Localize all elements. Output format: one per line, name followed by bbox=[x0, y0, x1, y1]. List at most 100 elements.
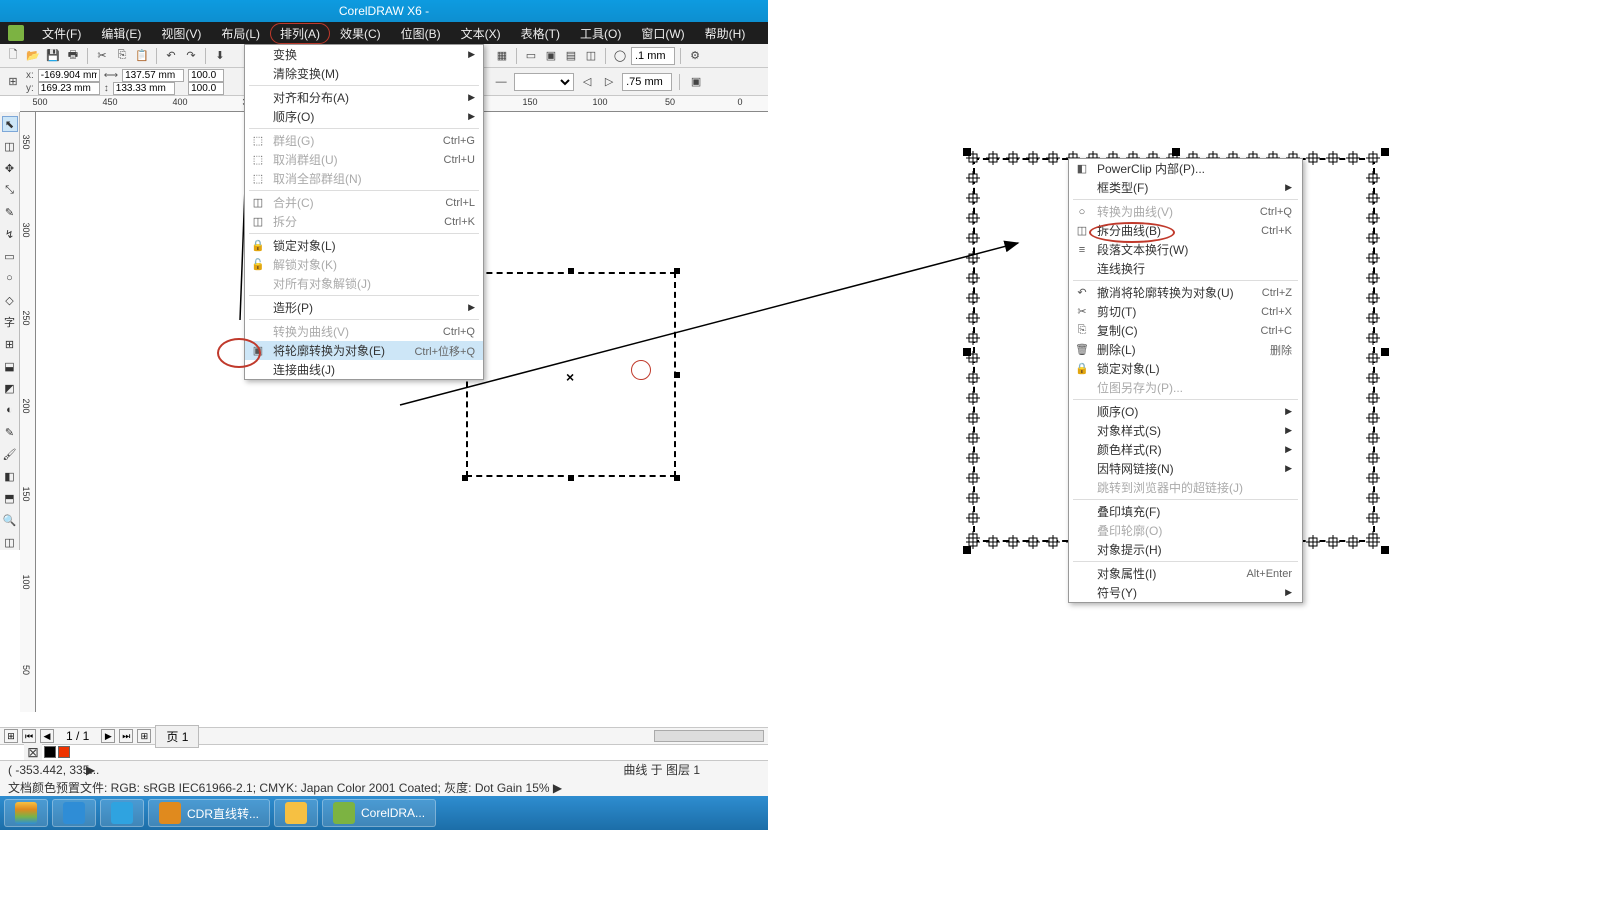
first-page-icon[interactable]: ⏮ bbox=[22, 729, 36, 743]
align-icon[interactable]: ▭ bbox=[522, 47, 540, 65]
selection-handle[interactable] bbox=[963, 546, 971, 554]
menu-help[interactable]: 帮助(H) bbox=[695, 23, 756, 44]
combine-icon[interactable]: ◫ bbox=[582, 47, 600, 65]
tool-6[interactable]: ▭ bbox=[2, 248, 18, 264]
arrange-item[interactable]: 对齐和分布(A)▶ bbox=[245, 88, 483, 107]
context-item[interactable]: ⎘复制(C)Ctrl+C bbox=[1069, 321, 1302, 340]
start-arrow-icon[interactable]: ◁ bbox=[578, 73, 596, 91]
menu-bitmap[interactable]: 位图(B) bbox=[391, 23, 451, 44]
node-marker-icon[interactable] bbox=[1366, 271, 1380, 285]
save-icon[interactable]: 💾 bbox=[44, 47, 62, 65]
arrange-item[interactable]: 变换▶ bbox=[245, 45, 483, 64]
node-marker-icon[interactable] bbox=[1366, 531, 1380, 545]
node-marker-icon[interactable] bbox=[966, 251, 980, 265]
node-marker-icon[interactable] bbox=[1366, 211, 1380, 225]
end-arrow-icon[interactable]: ▷ bbox=[600, 73, 618, 91]
selection-handle[interactable] bbox=[1381, 348, 1389, 356]
tool-9[interactable]: 字 bbox=[2, 314, 18, 330]
node-marker-icon[interactable] bbox=[966, 291, 980, 305]
node-marker-icon[interactable] bbox=[1366, 431, 1380, 445]
tool-0[interactable]: ⬉ bbox=[2, 116, 18, 132]
node-marker-icon[interactable] bbox=[966, 311, 980, 325]
h-input[interactable] bbox=[113, 82, 175, 95]
node-marker-icon[interactable] bbox=[1006, 535, 1020, 549]
context-item[interactable]: ↶撤消将轮廓转换为对象(U)Ctrl+Z bbox=[1069, 283, 1302, 302]
context-item[interactable]: 叠印填充(F) bbox=[1069, 502, 1302, 521]
context-item[interactable]: 对象样式(S)▶ bbox=[1069, 421, 1302, 440]
cut-icon[interactable]: ✂ bbox=[93, 47, 111, 65]
tool-18[interactable]: 🔍 bbox=[2, 512, 18, 528]
x-input[interactable] bbox=[38, 69, 100, 82]
selection-handle[interactable] bbox=[1172, 148, 1180, 156]
node-marker-icon[interactable] bbox=[966, 531, 980, 545]
swatch-red[interactable] bbox=[58, 746, 70, 758]
context-item[interactable]: ≡段落文本换行(W) bbox=[1069, 240, 1302, 259]
node-marker-icon[interactable] bbox=[966, 271, 980, 285]
node-marker-icon[interactable] bbox=[1306, 151, 1320, 165]
node-marker-icon[interactable] bbox=[986, 151, 1000, 165]
line-style-icon[interactable]: — bbox=[492, 73, 510, 91]
selection-handle[interactable] bbox=[1381, 546, 1389, 554]
node-marker-icon[interactable] bbox=[1346, 151, 1360, 165]
tool-7[interactable]: ○ bbox=[2, 270, 18, 286]
node-marker-icon[interactable] bbox=[1346, 535, 1360, 549]
node-marker-icon[interactable] bbox=[1366, 491, 1380, 505]
node-marker-icon[interactable] bbox=[966, 431, 980, 445]
outline-width-input[interactable] bbox=[631, 47, 675, 65]
context-item[interactable]: ✂剪切(T)Ctrl+X bbox=[1069, 302, 1302, 321]
import-icon[interactable]: ⬇ bbox=[211, 47, 229, 65]
next-page-icon[interactable]: ▶ bbox=[101, 729, 115, 743]
menu-table[interactable]: 表格(T) bbox=[511, 23, 570, 44]
scrollbar-h[interactable] bbox=[654, 730, 764, 742]
task-folder[interactable] bbox=[274, 799, 318, 827]
menu-effects[interactable]: 效果(C) bbox=[330, 23, 391, 44]
undo-icon[interactable]: ↶ bbox=[162, 47, 180, 65]
handle-tr[interactable] bbox=[674, 268, 680, 274]
node-marker-icon[interactable] bbox=[986, 535, 1000, 549]
node-marker-icon[interactable] bbox=[966, 491, 980, 505]
last-page-icon[interactable]: ⏭ bbox=[119, 729, 133, 743]
tool-10[interactable]: ⊞ bbox=[2, 336, 18, 352]
menu-text[interactable]: 文本(X) bbox=[451, 23, 511, 44]
tool-3[interactable]: ⤡ bbox=[2, 182, 18, 198]
tool-17[interactable]: ⬒ bbox=[2, 490, 18, 506]
arrange-item[interactable]: 造形(P)▶ bbox=[245, 298, 483, 317]
node-marker-icon[interactable] bbox=[966, 451, 980, 465]
redo-icon[interactable]: ↷ bbox=[182, 47, 200, 65]
context-item[interactable]: 框类型(F)▶ bbox=[1069, 178, 1302, 197]
arrange-item[interactable]: 顺序(O)▶ bbox=[245, 107, 483, 126]
node-marker-icon[interactable] bbox=[966, 331, 980, 345]
scalex-input[interactable] bbox=[188, 69, 224, 82]
menu-file[interactable]: 文件(F) bbox=[32, 23, 91, 44]
group-icon[interactable]: ▣ bbox=[542, 47, 560, 65]
handle-tm[interactable] bbox=[568, 268, 574, 274]
handle-bm[interactable] bbox=[568, 475, 574, 481]
line-style-select[interactable] bbox=[514, 73, 574, 91]
node-marker-icon[interactable] bbox=[1366, 171, 1380, 185]
copy-icon[interactable]: ⎘ bbox=[113, 47, 131, 65]
menu-view[interactable]: 视图(V) bbox=[151, 23, 211, 44]
tool-15[interactable]: 🖌 bbox=[2, 446, 18, 462]
node-marker-icon[interactable] bbox=[966, 171, 980, 185]
context-item[interactable]: 对象属性(I)Alt+Enter bbox=[1069, 564, 1302, 583]
selection-handle[interactable] bbox=[963, 348, 971, 356]
node-marker-icon[interactable] bbox=[1366, 411, 1380, 425]
tool-1[interactable]: ◫ bbox=[2, 138, 18, 154]
handle-bl[interactable] bbox=[462, 475, 468, 481]
menu-tools[interactable]: 工具(O) bbox=[570, 23, 631, 44]
arrange-item[interactable]: 连接曲线(J) bbox=[245, 360, 483, 379]
node-marker-icon[interactable] bbox=[1326, 151, 1340, 165]
node-marker-icon[interactable] bbox=[966, 511, 980, 525]
outline-icon[interactable]: ◯ bbox=[611, 47, 629, 65]
node-marker-icon[interactable] bbox=[1026, 151, 1040, 165]
node-marker-icon[interactable] bbox=[1046, 535, 1060, 549]
context-item[interactable]: 顺序(O)▶ bbox=[1069, 402, 1302, 421]
tool-4[interactable]: ✎ bbox=[2, 204, 18, 220]
task-corel[interactable]: CorelDRA... bbox=[322, 799, 436, 827]
swatch-black[interactable] bbox=[44, 746, 56, 758]
menu-arrange[interactable]: 排列(A) bbox=[270, 23, 330, 44]
node-marker-icon[interactable] bbox=[1366, 391, 1380, 405]
task-ie[interactable] bbox=[100, 799, 144, 827]
node-marker-icon[interactable] bbox=[1366, 251, 1380, 265]
tool-16[interactable]: ◧ bbox=[2, 468, 18, 484]
